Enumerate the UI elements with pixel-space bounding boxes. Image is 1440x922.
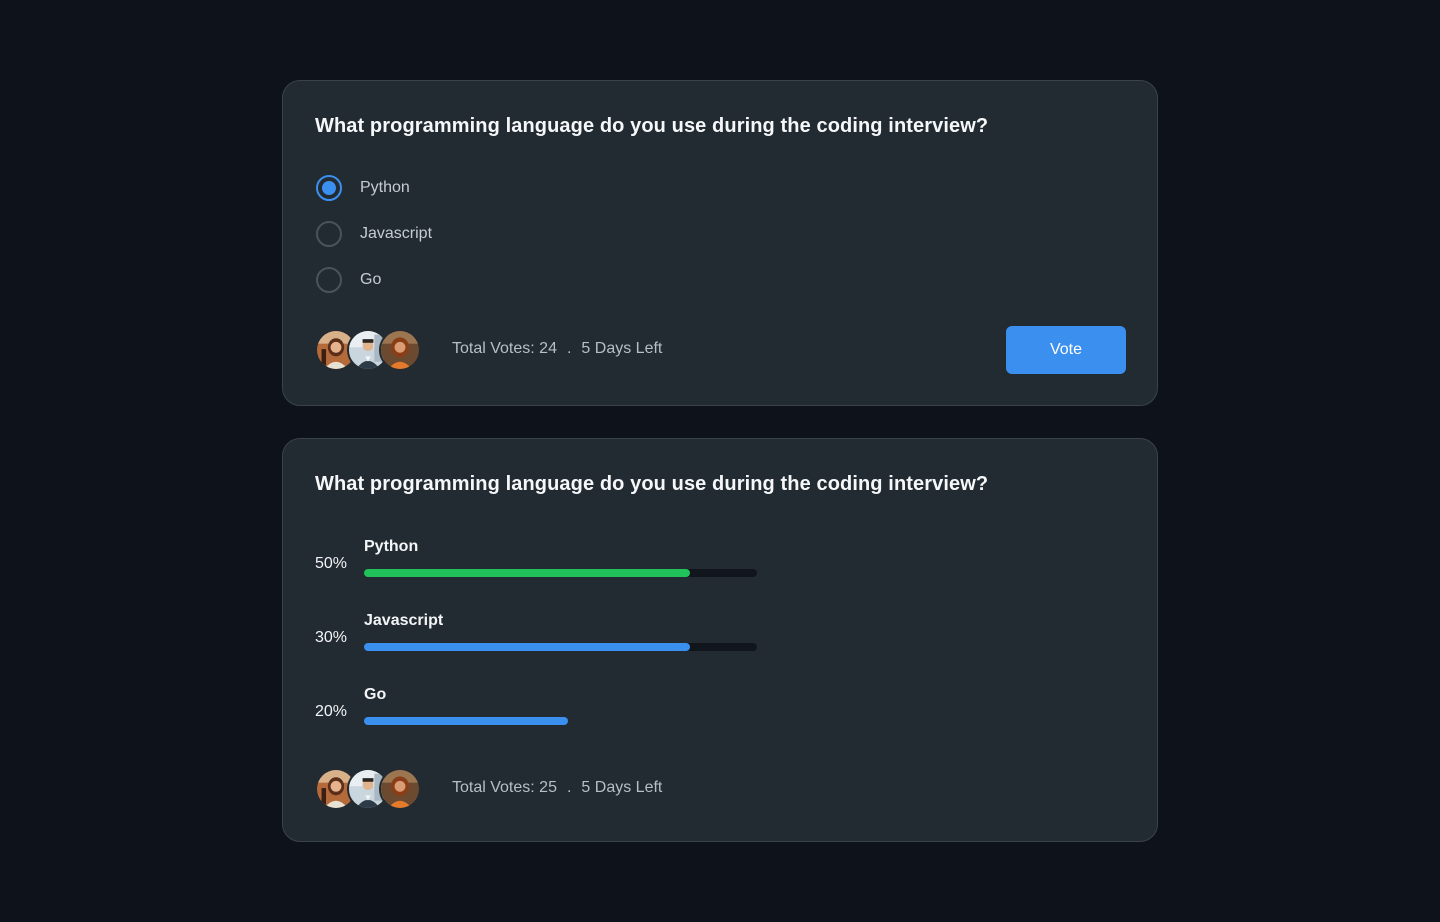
total-votes: Total Votes: 25 xyxy=(452,779,557,796)
voter-avatars xyxy=(315,768,421,810)
option-label: Go xyxy=(360,271,382,288)
radio-button-checked[interactable] xyxy=(316,175,342,201)
result-python: 50% Python xyxy=(315,538,775,588)
result-bar-track xyxy=(364,569,757,577)
poll-meta: Total Votes: 25 . 5 Days Left xyxy=(452,779,662,797)
result-label: Go xyxy=(364,686,387,703)
avatar-woman-2-icon xyxy=(379,768,421,810)
result-bar-track xyxy=(364,717,757,725)
option-javascript[interactable]: Javascript xyxy=(316,220,432,248)
result-label: Javascript xyxy=(364,612,444,629)
result-percent: 50% xyxy=(315,555,348,572)
voter-avatars xyxy=(315,329,421,371)
total-votes: Total Votes: 24 xyxy=(452,340,557,357)
poll-question: What programming language do you use dur… xyxy=(315,473,989,495)
avatar-woman-2-icon xyxy=(379,329,421,371)
result-go: 20% Go xyxy=(315,686,775,736)
radio-button[interactable] xyxy=(316,221,342,247)
meta-separator: . xyxy=(566,779,572,796)
result-bar-track xyxy=(364,643,757,651)
option-python[interactable]: Python xyxy=(316,174,410,202)
option-label: Javascript xyxy=(360,225,433,242)
meta-separator: . xyxy=(566,340,572,357)
result-bar-fill xyxy=(364,717,569,725)
poll-meta: Total Votes: 24 . 5 Days Left xyxy=(452,340,662,358)
vote-button[interactable]: Vote xyxy=(1006,326,1126,374)
result-percent: 20% xyxy=(315,703,348,720)
result-percent: 30% xyxy=(315,629,348,646)
days-left: 5 Days Left xyxy=(581,779,663,796)
poll-card: What programming language do you use dur… xyxy=(282,80,1158,406)
result-label: Python xyxy=(364,538,419,555)
result-bar-fill xyxy=(364,569,691,577)
result-bar-fill xyxy=(364,643,691,651)
option-label: Python xyxy=(360,179,410,196)
days-left: 5 Days Left xyxy=(581,340,663,357)
option-go[interactable]: Go xyxy=(316,266,381,294)
poll-question: What programming language do you use dur… xyxy=(315,115,989,137)
result-javascript: 30% Javascript xyxy=(315,612,775,662)
poll-results-card: What programming language do you use dur… xyxy=(282,438,1158,842)
radio-button[interactable] xyxy=(316,267,342,293)
